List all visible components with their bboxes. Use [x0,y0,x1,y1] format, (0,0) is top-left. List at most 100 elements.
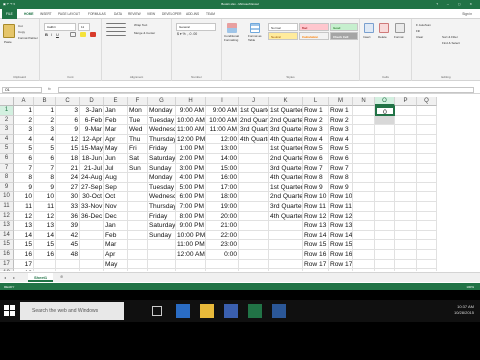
cell-q15[interactable] [417,240,437,250]
cell-k7[interactable]: 3rd Quarter [269,163,303,174]
cell-m9[interactable]: Row 9 [329,182,353,193]
cell-o8[interactable] [375,173,395,183]
cell-b4[interactable]: 4 [34,134,56,145]
cell-g7[interactable]: Sunday [148,163,176,174]
cell-p12[interactable] [395,211,417,222]
cell-i16[interactable]: 0:00 [206,250,239,260]
row-header-2[interactable]: 2 [0,115,14,126]
cell-k10[interactable]: 2nd Quarter [269,192,303,202]
cell-p1[interactable] [395,106,417,116]
cell-q7[interactable] [417,163,437,174]
file-explorer-icon[interactable] [200,304,214,318]
cell-i8[interactable]: 16:00 [206,173,239,183]
cell-d6[interactable]: 18-Jun [80,154,104,164]
word-taskbar-icon[interactable] [272,304,286,318]
font-family-select[interactable]: Calibri [44,23,76,31]
cell-l6[interactable]: Row 6 [303,154,329,164]
cell-n7[interactable] [353,163,375,174]
conditional-formatting-icon[interactable] [227,23,237,33]
name-box[interactable]: O1 [2,87,42,93]
row-header-6[interactable]: 6 [0,154,14,164]
cell-a5[interactable]: 5 [14,144,34,154]
cell-j4[interactable]: 4th Quarter [239,134,269,145]
clear-button[interactable]: Clear [416,35,423,39]
cell-g3[interactable]: Wednesday [148,125,176,135]
cell-a2[interactable]: 2 [14,115,34,126]
cell-j12[interactable] [239,211,269,222]
cell-n3[interactable] [353,125,375,135]
cell-a10[interactable]: 10 [14,192,34,202]
cell-n16[interactable] [353,250,375,260]
column-header-h[interactable]: H [176,97,206,106]
cell-f17[interactable] [128,259,148,270]
delete-cells-icon[interactable] [379,23,389,33]
cell-a1[interactable]: 1 [14,106,34,116]
cell-c8[interactable]: 24 [56,173,80,183]
cell-j2[interactable]: 2nd Quarter [239,115,269,126]
cell-a7[interactable]: 7 [14,163,34,174]
cell-n1[interactable] [353,106,375,116]
cell-k18[interactable] [269,269,303,271]
copy-button[interactable]: Copy [18,30,25,34]
cell-m15[interactable]: Row 15 [329,240,353,250]
cell-a4[interactable]: 4 [14,134,34,145]
cell-c6[interactable]: 18 [56,154,80,164]
cell-p5[interactable] [395,144,417,154]
cell-c7[interactable]: 21 [56,163,80,174]
cell-b10[interactable]: 10 [34,192,56,202]
row-header-9[interactable]: 9 [0,182,14,193]
cell-j9[interactable] [239,182,269,193]
row-header-14[interactable]: 14 [0,230,14,241]
cell-d13[interactable] [80,221,104,231]
merge-center-button[interactable]: Merge & Center [134,31,155,35]
column-header-j[interactable]: J [239,97,269,106]
tab-home[interactable]: HOME [24,12,34,16]
cell-i12[interactable]: 20:00 [206,211,239,222]
cell-j17[interactable] [239,259,269,270]
cell-c18[interactable] [56,269,80,271]
cell-j10[interactable] [239,192,269,202]
cell-q18[interactable] [417,269,437,271]
tab-add-ins[interactable]: ADD-INS [186,12,199,16]
cell-o11[interactable] [375,202,395,212]
underline-icon[interactable]: U [56,32,59,37]
cell-f8[interactable] [128,173,148,183]
cell-k16[interactable] [269,250,303,260]
cell-f3[interactable]: Wed [128,125,148,135]
row-header-15[interactable]: 15 [0,240,14,250]
cell-p8[interactable] [395,173,417,183]
format-as-table-button[interactable]: Format as Table [248,34,264,42]
cell-m10[interactable]: Row 10 [329,192,353,202]
cell-j1[interactable]: 1st Quarter [239,106,269,116]
cell-a3[interactable]: 3 [14,125,34,135]
cell-h11[interactable]: 7:00 PM [176,202,206,212]
cell-d18[interactable] [80,269,104,271]
tab-data[interactable]: DATA [114,12,122,16]
cell-b15[interactable]: 15 [34,240,56,250]
cell-d17[interactable] [80,259,104,270]
cell-g14[interactable]: Sunday [148,230,176,241]
cell-g1[interactable]: Monday [148,106,176,116]
cell-g4[interactable]: Thursday [148,134,176,145]
cell-p16[interactable] [395,250,417,260]
cell-n6[interactable] [353,154,375,164]
cell-j14[interactable] [239,230,269,241]
cell-o2[interactable] [375,115,395,126]
window-controls[interactable]: ? ─ ▢ ✕ [436,2,476,6]
cell-o3[interactable] [375,125,395,135]
align-icons[interactable] [106,23,126,28]
cell-i11[interactable]: 19:00 [206,202,239,212]
user-account[interactable]: Sign in [462,12,472,16]
row-header-16[interactable]: 16 [0,250,14,260]
cell-o12[interactable] [375,211,395,222]
row-header-4[interactable]: 4 [0,134,14,145]
cell-n10[interactable] [353,192,375,202]
cell-p10[interactable] [395,192,417,202]
row-header-17[interactable]: 17 [0,259,14,270]
cell-q11[interactable] [417,202,437,212]
sort-filter-button[interactable]: Sort & Filter [442,35,458,39]
cell-a14[interactable]: 14 [14,230,34,241]
cell-b7[interactable]: 7 [34,163,56,174]
bold-icon[interactable]: B [45,32,48,37]
cell-f16[interactable] [128,250,148,260]
